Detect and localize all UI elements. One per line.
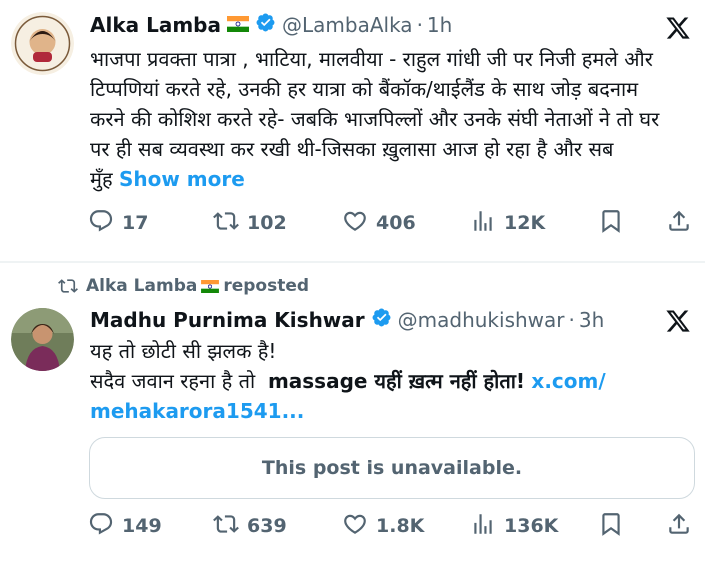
bookmark-icon xyxy=(598,208,624,239)
views-button[interactable]: 12K xyxy=(470,206,545,240)
post-time[interactable]: 3h xyxy=(579,308,604,332)
repost-button[interactable]: 102 xyxy=(213,206,287,240)
reply-count: 149 xyxy=(122,515,162,537)
post1-actions: 17 102 406 12K xyxy=(88,206,693,240)
show-more-link[interactable]: Show more xyxy=(119,167,245,191)
share-button[interactable] xyxy=(666,509,692,543)
post2-link-part2[interactable]: mehakarora1541... xyxy=(90,399,304,423)
repost-count: 102 xyxy=(247,212,287,234)
bookmark-button[interactable] xyxy=(598,206,624,240)
views-count: 136K xyxy=(504,515,559,537)
post2-link-part1[interactable]: x.com/ xyxy=(531,369,605,393)
repost-button[interactable]: 639 xyxy=(213,509,287,543)
reply-count: 17 xyxy=(122,212,149,234)
reply-icon xyxy=(88,511,114,542)
repost-context[interactable]: Alka Lamba reposted xyxy=(58,276,309,296)
post2-actions: 149 639 1.8K 136K xyxy=(88,509,693,543)
avatar-madhu-kishwar[interactable] xyxy=(11,308,74,371)
separator-dot: · xyxy=(416,13,423,37)
separator-dot: · xyxy=(568,308,575,332)
share-icon xyxy=(666,511,692,542)
repost-small-icon xyxy=(58,276,78,296)
views-icon xyxy=(470,511,496,542)
repost-icon xyxy=(213,511,239,542)
post-divider xyxy=(0,261,705,263)
post1-text: भाजपा प्रवक्ता पात्रा , भाटिया, मालवीया … xyxy=(90,44,690,194)
views-count: 12K xyxy=(504,212,546,234)
post1-line-3: करने की कोशिश करते रहे- जबकि भाजपिल्लों … xyxy=(90,107,660,131)
avatar-alka-lamba[interactable] xyxy=(11,12,74,75)
reposter-name[interactable]: Alka Lamba xyxy=(86,276,197,296)
repost-count: 639 xyxy=(247,515,287,537)
post2-line-2-bold: massage यहीं ख़त्म नहीं होता! xyxy=(267,369,526,393)
views-button[interactable]: 136K xyxy=(470,509,558,543)
post1-header: Alka Lamba @LambaAlka · 1h xyxy=(90,10,452,40)
india-flag-icon xyxy=(227,13,249,37)
bookmark-button[interactable] xyxy=(598,509,624,543)
author-name[interactable]: Madhu Purnima Kishwar xyxy=(90,308,365,332)
x-logo-icon[interactable] xyxy=(665,15,691,41)
author-handle[interactable]: @LambaAlka xyxy=(282,13,413,37)
like-button[interactable]: 1.8K xyxy=(342,509,424,543)
author-name[interactable]: Alka Lamba xyxy=(90,13,221,37)
post2-line-2: सदैव जवान रहना है तो massage यहीं ख़त्म … xyxy=(90,366,690,396)
verified-badge-icon xyxy=(255,12,276,38)
like-count: 406 xyxy=(376,212,416,234)
verified-badge-icon xyxy=(371,307,392,333)
post2-line-1: यह तो छोटी सी झलक है! xyxy=(90,339,277,363)
post1-line-5: मुँह Show more xyxy=(90,164,690,194)
views-icon xyxy=(470,208,496,239)
author-handle[interactable]: @madhukishwar xyxy=(398,308,565,332)
bookmark-icon xyxy=(598,511,624,542)
post2-text: यह तो छोटी सी झलक है! सदैव जवान रहना है … xyxy=(90,336,690,426)
post1-line-2: टिप्पणियां करते रहे, उनकी हर यात्रा को ब… xyxy=(90,77,639,101)
post1-line-5-text: मुँह xyxy=(90,167,113,191)
repost-icon xyxy=(213,208,239,239)
x-logo-icon[interactable] xyxy=(665,308,691,334)
like-count: 1.8K xyxy=(376,515,425,537)
unavailable-quote-card[interactable]: This post is unavailable. xyxy=(89,437,695,499)
repost-label: reposted xyxy=(223,276,310,296)
post1-line-1: भाजपा प्रवक्ता पात्रा , भाटिया, मालवीया … xyxy=(90,47,653,71)
share-button[interactable] xyxy=(666,206,692,240)
reply-icon xyxy=(88,208,114,239)
india-flag-icon xyxy=(201,279,220,293)
share-icon xyxy=(666,208,692,239)
unavailable-text: This post is unavailable. xyxy=(261,457,523,479)
post1-line-4: पर ही सब व्यवस्था कर रखी थी-जिसका ख़ुलास… xyxy=(90,137,614,161)
like-icon xyxy=(342,208,368,239)
post2-line-3: mehakarora1541... xyxy=(90,396,690,426)
post-time[interactable]: 1h xyxy=(427,13,452,37)
reply-button[interactable]: 149 xyxy=(88,509,162,543)
reply-button[interactable]: 17 xyxy=(88,206,148,240)
post2-header: Madhu Purnima Kishwar @madhukishwar · 3h xyxy=(90,305,604,335)
post2-line-2-text: सदैव जवान रहना है तो xyxy=(90,369,256,393)
like-button[interactable]: 406 xyxy=(342,206,416,240)
like-icon xyxy=(342,511,368,542)
